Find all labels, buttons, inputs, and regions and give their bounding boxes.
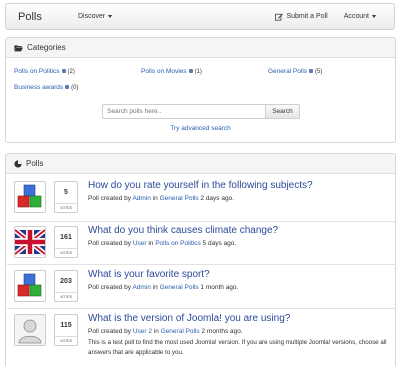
avatar-icon [15,315,45,345]
chevron-down-icon [372,15,376,18]
edit-icon [275,13,284,21]
author-link[interactable]: User [133,240,147,247]
polls-title: Polls [26,159,44,168]
rss-icon[interactable] [61,68,66,73]
category-count: (0) [71,84,79,91]
meta-time: 2 days ago. [198,195,235,202]
meta-prefix: Poll created by [88,240,133,247]
meta-time: 1 month ago. [198,284,239,291]
category-link[interactable]: General Polls [161,328,200,335]
poll-title-link[interactable]: What is the version of Joomla! you are u… [88,313,290,324]
category-label: Polls on Politics [14,68,60,75]
cubes-icon [17,273,42,297]
categories-title: Categories [27,43,66,52]
categories-panel: Categories Polls on Politics (2) Polls o… [5,37,396,143]
category-link[interactable]: Polls on Politics (2) [14,68,75,75]
vote-count-box: 203 VOTES [54,270,78,302]
poll-item: 115 VOTES What is the version of Joomla!… [14,313,392,366]
search-button[interactable]: Search [266,104,300,119]
divider [7,308,396,309]
search-input[interactable] [102,104,266,119]
votes-label: VOTES [55,292,77,301]
vote-count: 115 [60,322,72,329]
divider [7,264,396,265]
meta-prefix: Poll created by [88,284,133,291]
vote-count: 5 [64,189,68,196]
polls-panel: Polls 5 VOTES How do you rate yourself i… [5,153,396,366]
category-label: Polls on Movies [141,68,187,75]
poll-item: 5 VOTES How do you rate yourself in the … [14,180,392,215]
category-link[interactable]: General Polls [160,195,199,202]
poll-meta: Poll created by User 2 in General Polls … [88,328,243,335]
meta-prefix: Poll created by [88,195,133,202]
account-label: Account [343,13,369,20]
meta-prefix: Poll created by [88,328,133,335]
poll-thumbnail[interactable] [14,270,46,302]
poll-thumbnail[interactable] [14,226,46,258]
poll-title-link[interactable]: What is your favorite sport? [88,269,210,280]
vote-count-box: 161 VOTES [54,226,78,258]
pie-chart-icon [14,159,22,168]
meta-mid: in [150,195,160,202]
category-label: General Polls [268,68,308,75]
author-link[interactable]: Admin [132,195,150,202]
category-label: Business awards [14,84,64,91]
author-link[interactable]: User 2 [133,328,152,335]
meta-time: 2 months ago. [199,328,243,335]
category-link[interactable]: General Polls [160,284,199,291]
poll-meta: Poll created by Admin in General Polls 2… [88,195,234,202]
vote-count: 203 [60,278,72,285]
vote-count-box: 115 VOTES [54,314,78,346]
discover-menu[interactable]: Discover [78,13,113,20]
search-form: Search [102,104,300,119]
category-link[interactable]: Polls on Politics [155,240,201,247]
votes-label: VOTES [55,203,77,212]
submit-poll-label: Submit a Poll [286,13,328,20]
meta-time: 5 days ago. [200,240,237,247]
category-link[interactable]: Polls on Movies (1) [141,68,202,75]
divider [7,221,396,222]
advanced-search-link[interactable]: Try advanced search [6,125,395,132]
vote-count-box: 5 VOTES [54,181,78,213]
top-navbar: Polls Discover Submit a Poll Account [5,3,395,30]
chevron-down-icon [108,15,113,18]
category-count: (1) [194,68,202,75]
poll-item: 161 VOTES What do you think causes clima… [14,225,392,260]
rss-icon[interactable] [309,68,314,73]
votes-label: VOTES [55,248,77,257]
poll-thumbnail[interactable] [14,181,46,213]
category-count: (5) [315,68,323,75]
uk-flag-icon [15,228,45,256]
vote-count: 161 [60,234,72,241]
discover-label: Discover [78,13,106,20]
poll-title-link[interactable]: How do you rate yourself in the followin… [88,180,313,191]
category-link[interactable]: General Polls (5) [268,68,322,75]
poll-title-link[interactable]: What do you think causes climate change? [88,225,278,236]
poll-meta: Poll created by User in Polls on Politic… [88,240,236,247]
submit-poll-link[interactable]: Submit a Poll [275,13,328,21]
poll-meta: Poll created by Admin in General Polls 1… [88,284,238,291]
rss-icon[interactable] [188,68,193,73]
rss-icon[interactable] [65,84,70,89]
poll-item: 203 VOTES What is your favorite sport? P… [14,269,392,304]
polls-heading: Polls [6,154,395,174]
account-menu[interactable]: Account [344,13,376,20]
meta-mid: in [151,328,161,335]
category-link[interactable]: Business awards (0) [14,84,78,91]
votes-label: VOTES [55,336,77,345]
cubes-icon [17,184,42,208]
author-link[interactable]: Admin [132,284,150,291]
meta-mid: in [146,240,156,247]
category-count: (2) [67,68,75,75]
poll-description: This is a test poll to find the most use… [88,339,387,356]
categories-heading: Categories [6,38,395,58]
poll-thumbnail[interactable] [14,314,46,346]
meta-mid: in [150,284,160,291]
folder-open-icon [14,44,23,51]
brand-logo[interactable]: Polls [18,11,66,23]
